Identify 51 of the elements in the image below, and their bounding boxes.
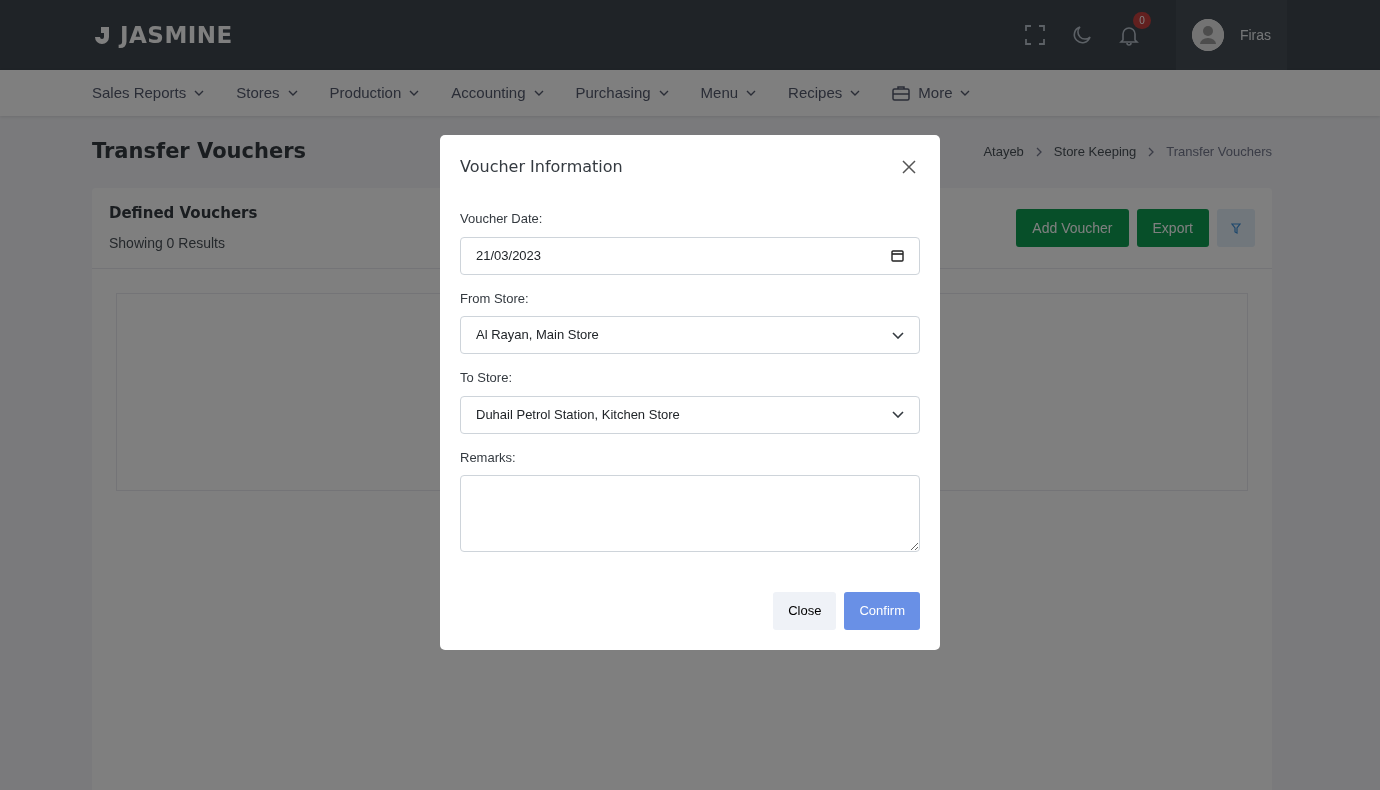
results-count: Showing 0 Results bbox=[109, 233, 226, 253]
chevron-down-icon bbox=[850, 90, 861, 96]
avatar-icon bbox=[1191, 19, 1224, 51]
menu-item[interactable]: Sales Reports bbox=[92, 81, 187, 105]
fullscreen-icon[interactable] bbox=[1023, 24, 1046, 46]
filter-button[interactable] bbox=[1217, 209, 1255, 247]
chevron-down-icon bbox=[746, 90, 757, 96]
card-title: Defined Vouchers bbox=[109, 203, 258, 225]
breadcrumb-item[interactable]: Atayeb bbox=[983, 142, 1024, 162]
confirm-button[interactable]: Confirm bbox=[844, 592, 920, 630]
notification-count: 0 bbox=[1133, 12, 1151, 29]
bell-icon[interactable] bbox=[1117, 24, 1140, 46]
page-title: Transfer Vouchers bbox=[92, 138, 307, 166]
chevron-down-icon bbox=[409, 90, 420, 96]
calendar-icon bbox=[891, 249, 904, 262]
menu-item[interactable]: Stores bbox=[236, 81, 280, 105]
toolbar-button[interactable]: Add Voucher bbox=[1016, 209, 1129, 247]
date-field[interactable]: 21/03/2023 bbox=[460, 236, 920, 275]
field-label: Voucher Date: bbox=[460, 210, 544, 228]
toolbar-button[interactable]: Export bbox=[1136, 209, 1209, 247]
breadcrumb-item[interactable]: Store Keeping bbox=[1053, 142, 1137, 162]
chevron-down-icon bbox=[533, 90, 544, 96]
field-label: Remarks: bbox=[460, 448, 517, 467]
menu-item[interactable]: Production bbox=[329, 81, 402, 105]
chevron-right-icon bbox=[1148, 147, 1155, 157]
chevron-down-icon bbox=[960, 90, 971, 96]
close-button[interactable]: Close bbox=[773, 592, 837, 630]
select-field[interactable]: Duhail Petrol Station, Kitchen Store bbox=[460, 395, 920, 434]
chevron-down-icon bbox=[658, 90, 669, 96]
chevron-down-icon bbox=[892, 411, 904, 418]
logo-icon bbox=[92, 25, 112, 45]
chevron-right-icon bbox=[1035, 147, 1042, 157]
select-field[interactable]: Al Rayan, Main Store bbox=[460, 316, 920, 354]
brand-name: JASMINE bbox=[120, 20, 233, 50]
menu-item[interactable]: Purchasing bbox=[575, 81, 651, 105]
breadcrumb-item: Transfer Vouchers bbox=[1166, 143, 1272, 162]
menu-item[interactable]: Recipes bbox=[788, 81, 843, 105]
user-menu[interactable]: Firas bbox=[1175, 0, 1287, 70]
remarks-field[interactable] bbox=[460, 475, 920, 552]
close-icon[interactable] bbox=[902, 160, 916, 174]
chevron-down-icon bbox=[194, 90, 205, 96]
filter-icon bbox=[1231, 223, 1241, 235]
menu-item[interactable]: Accounting bbox=[451, 81, 526, 105]
field-label: From Store: bbox=[460, 289, 530, 308]
modal-title: Voucher Information bbox=[460, 156, 623, 178]
chevron-down-icon bbox=[287, 90, 298, 96]
menu-item[interactable]: More bbox=[918, 81, 953, 105]
chevron-down-icon bbox=[892, 331, 904, 339]
field-label: To Store: bbox=[460, 369, 514, 387]
menu-item[interactable]: Menu bbox=[700, 81, 739, 105]
briefcase-icon bbox=[892, 85, 911, 101]
